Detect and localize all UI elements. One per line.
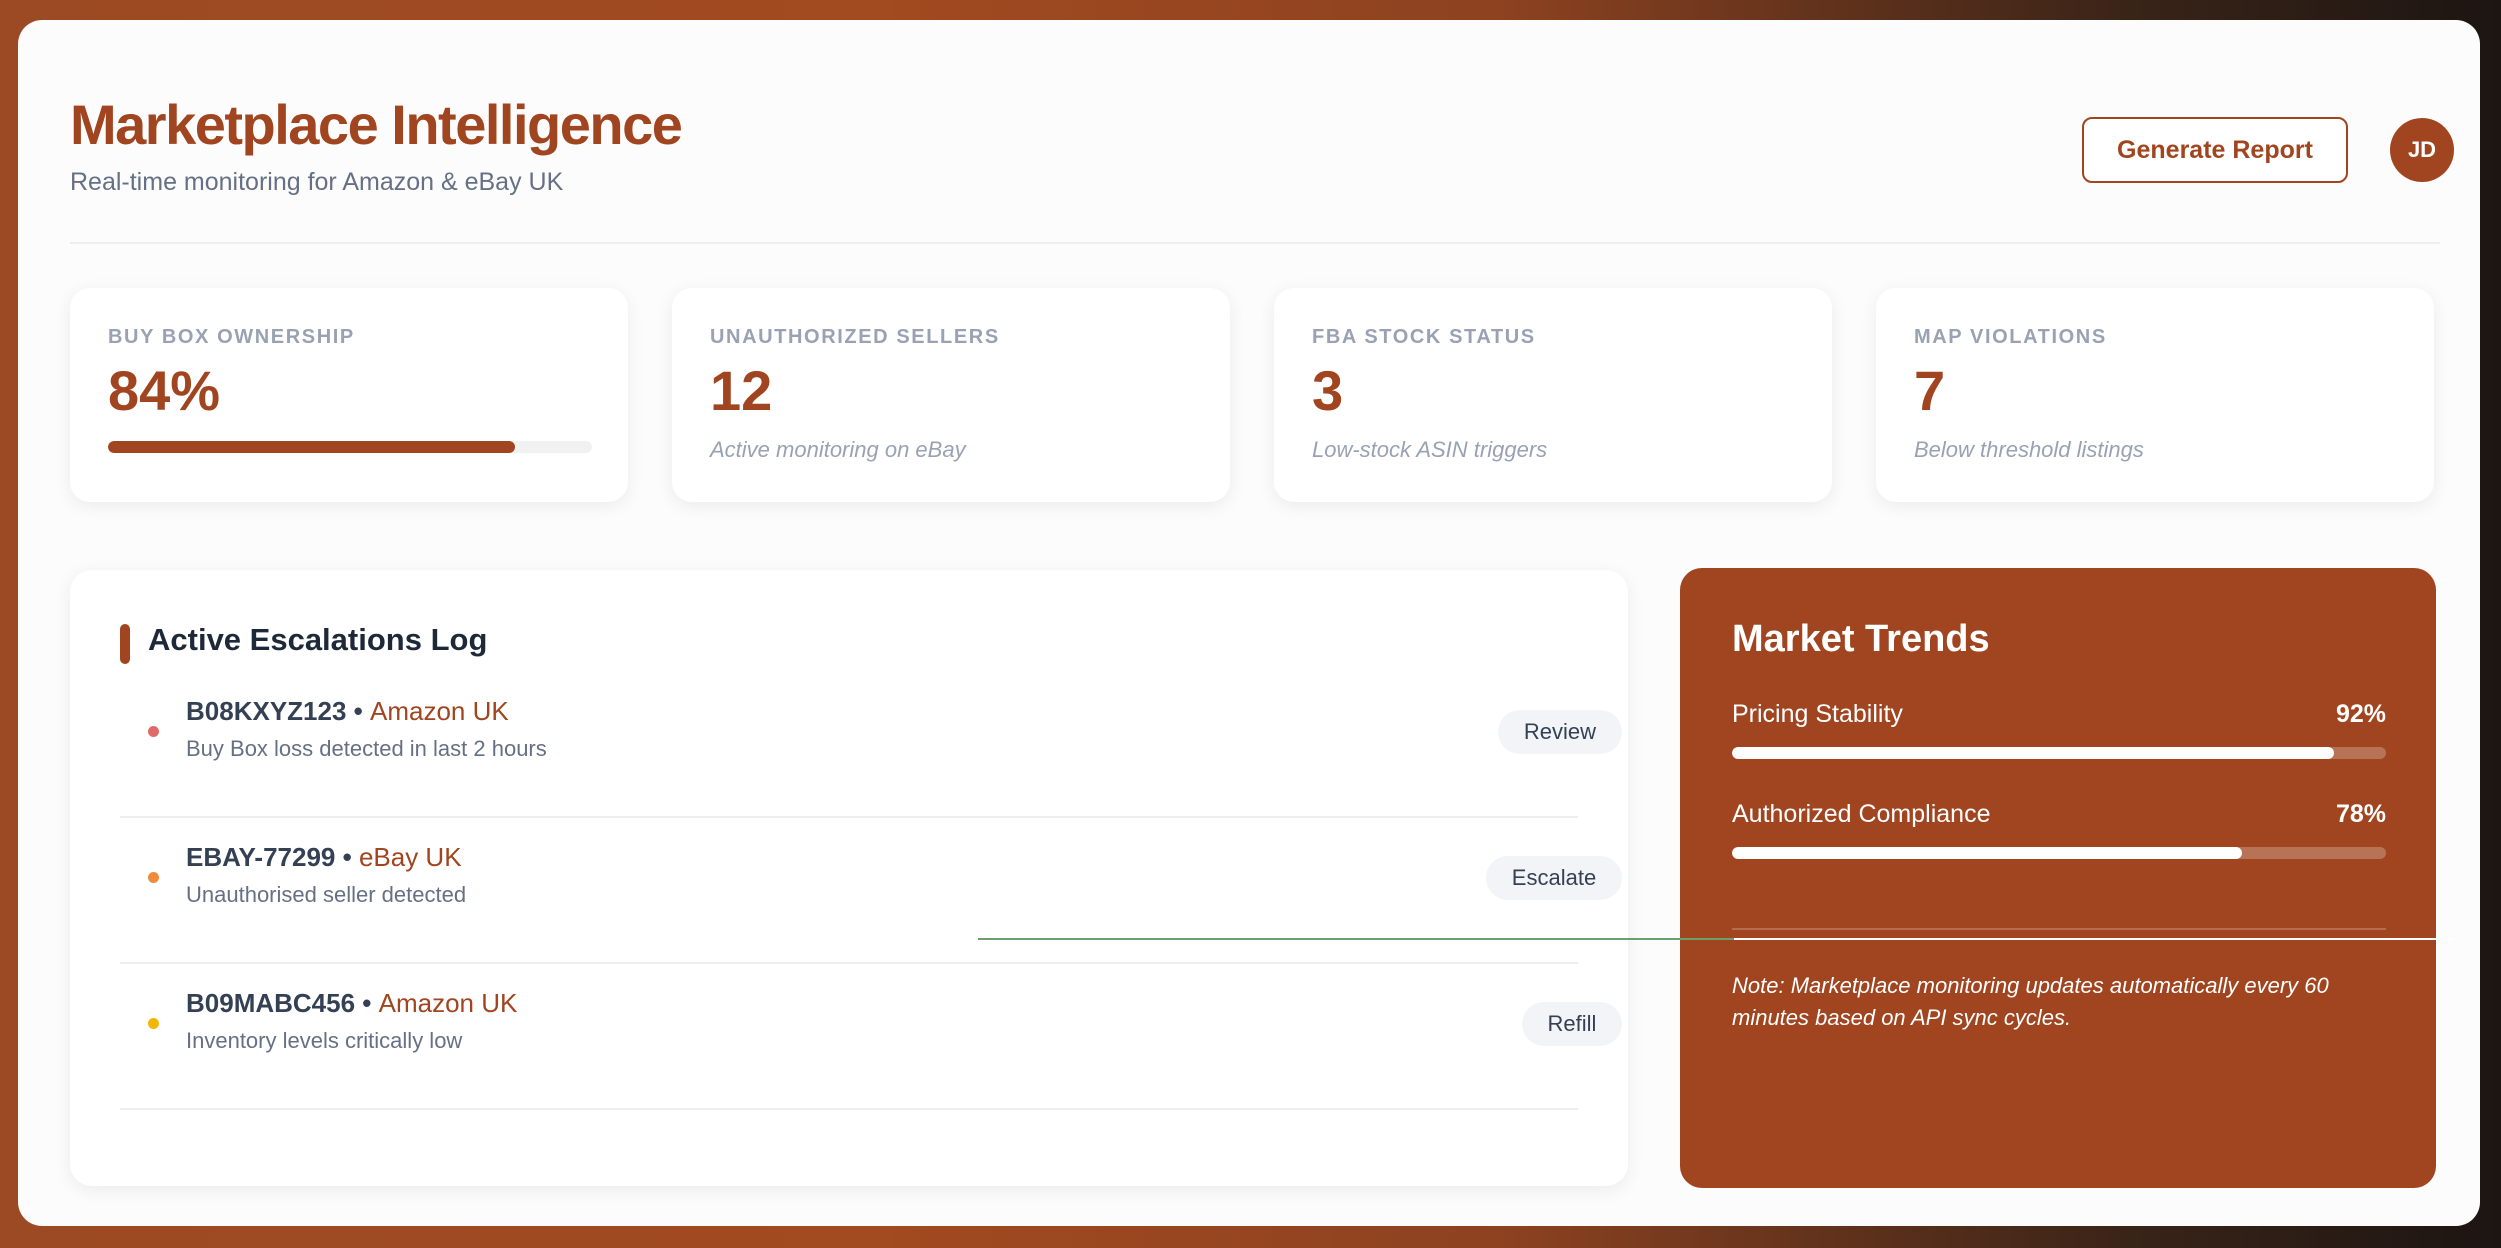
stat-value: 7 bbox=[1914, 359, 1946, 422]
escalation-row: B08KXYZ123 • Amazon UK Buy Box loss dete… bbox=[120, 670, 1622, 818]
generate-report-button[interactable]: Generate Report bbox=[2082, 117, 2348, 183]
escalations-title: Active Escalations Log bbox=[148, 622, 488, 657]
listing-id: B08KXYZ123 bbox=[186, 696, 347, 726]
listing-id: EBAY-77299 bbox=[186, 842, 336, 872]
stat-card-map-violations: MAP VIOLATIONS 7 Below threshold listing… bbox=[1876, 288, 2434, 502]
market-trends-panel: Market Trends Pricing Stability 92% Auth… bbox=[1680, 568, 2436, 1188]
escalation-description: Unauthorised seller detected bbox=[186, 882, 467, 907]
stat-card-unauthorized-sellers: UNAUTHORIZED SELLERS 12 Active monitorin… bbox=[672, 288, 1230, 502]
stat-label: UNAUTHORIZED SELLERS bbox=[710, 326, 1000, 348]
listing-id: B09MABC456 bbox=[186, 988, 356, 1018]
trend-progress-bar bbox=[1732, 847, 2386, 859]
review-button[interactable]: Review bbox=[1498, 710, 1622, 754]
trends-note: Note: Marketplace monitoring updates aut… bbox=[1732, 973, 2329, 1030]
market-trends-title: Market Trends bbox=[1732, 618, 1990, 660]
stat-description: Below threshold listings bbox=[1914, 437, 2144, 462]
stat-value: 12 bbox=[710, 359, 773, 422]
status-dot-icon bbox=[148, 1018, 159, 1029]
page-subtitle: Real-time monitoring for Amazon & eBay U… bbox=[70, 168, 564, 196]
stat-label: BUY BOX OWNERSHIP bbox=[108, 326, 355, 348]
trend-value: 78% bbox=[2335, 800, 2386, 828]
stat-description: Active monitoring on eBay bbox=[710, 437, 966, 462]
trend-progress-bar bbox=[1732, 747, 2386, 759]
avatar[interactable]: JD bbox=[2390, 118, 2454, 182]
trend-progress-fill bbox=[1732, 847, 2243, 859]
section-accent-bar bbox=[120, 624, 130, 664]
trend-value: 92% bbox=[2335, 700, 2386, 728]
marketplace-name: Amazon UK bbox=[378, 988, 518, 1018]
escalation-id: B09MABC456 • Amazon UK bbox=[186, 988, 517, 1019]
escalate-button[interactable]: Escalate bbox=[1486, 856, 1622, 900]
escalation-id: EBAY-77299 • eBay UK bbox=[186, 842, 462, 873]
escalation-id: B08KXYZ123 • Amazon UK bbox=[186, 696, 509, 727]
page-title: Marketplace Intelligence bbox=[70, 93, 683, 156]
stat-description: Low-stock ASIN triggers bbox=[1312, 437, 1548, 462]
separator: • bbox=[346, 696, 370, 726]
trend-label: Pricing Stability bbox=[1732, 700, 1903, 728]
escalation-row: EBAY-77299 • eBay UK Unauthorised seller… bbox=[120, 816, 1622, 964]
escalations-panel: Active Escalations Log B08KXYZ123 • Amaz… bbox=[70, 570, 1628, 1186]
stat-card-fba-stock: FBA STOCK STATUS 3 Low-stock ASIN trigge… bbox=[1274, 288, 1832, 502]
stat-value: 3 bbox=[1312, 359, 1344, 422]
status-dot-icon bbox=[148, 726, 159, 737]
divider bbox=[978, 938, 1738, 940]
page-header: Marketplace Intelligence Real-time monit… bbox=[70, 72, 2454, 244]
escalation-description: Inventory levels critically low bbox=[186, 1028, 463, 1053]
divider bbox=[1732, 928, 2386, 930]
marketplace-name: Amazon UK bbox=[369, 696, 509, 726]
dashboard-card: Marketplace Intelligence Real-time monit… bbox=[18, 20, 2480, 1226]
separator: • bbox=[355, 988, 379, 1018]
trend-authorized-compliance: Authorized Compliance 78% bbox=[1732, 800, 2386, 859]
stat-value: 84% bbox=[108, 359, 221, 422]
buy-box-progress-fill bbox=[108, 441, 515, 453]
escalation-row: B09MABC456 • Amazon UK Inventory levels … bbox=[120, 962, 1622, 1110]
trend-label: Authorized Compliance bbox=[1732, 800, 1991, 828]
divider bbox=[1734, 938, 2454, 940]
buy-box-progress-bar bbox=[108, 441, 592, 453]
status-dot-icon bbox=[148, 872, 159, 883]
separator: • bbox=[335, 842, 359, 872]
trend-pricing-stability: Pricing Stability 92% bbox=[1732, 700, 2386, 759]
stat-card-buy-box: BUY BOX OWNERSHIP 84% bbox=[70, 288, 628, 502]
stat-label: MAP VIOLATIONS bbox=[1914, 326, 2107, 348]
stat-label: FBA STOCK STATUS bbox=[1312, 326, 1536, 348]
escalation-description: Buy Box loss detected in last 2 hours bbox=[186, 736, 547, 761]
refill-button[interactable]: Refill bbox=[1522, 1002, 1622, 1046]
trend-progress-fill bbox=[1732, 747, 2334, 759]
marketplace-name: eBay UK bbox=[358, 842, 462, 872]
